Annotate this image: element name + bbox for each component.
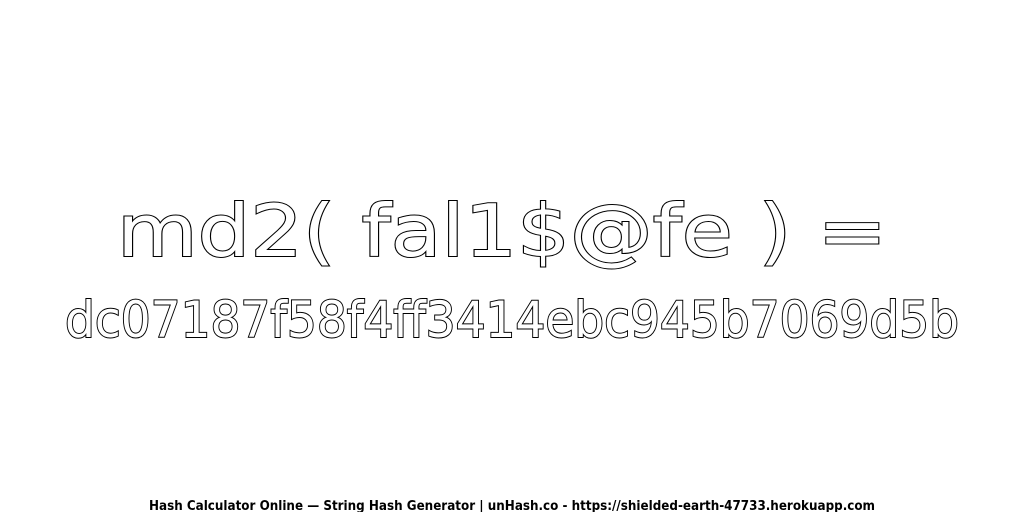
image-canvas: md2( fal1$@fe ) = dc07187f58f4ff3414ebc9… <box>0 0 1024 512</box>
hash-value-text: dc07187f58f4ff3414ebc945b7069d5b <box>65 291 959 349</box>
headline-text: md2( fal1$@fe ) = <box>117 189 887 273</box>
text-layer: md2( fal1$@fe ) = dc07187f58f4ff3414ebc9… <box>64 188 960 512</box>
footer-credit-text: Hash Calculator Online — String Hash Gen… <box>149 499 875 512</box>
